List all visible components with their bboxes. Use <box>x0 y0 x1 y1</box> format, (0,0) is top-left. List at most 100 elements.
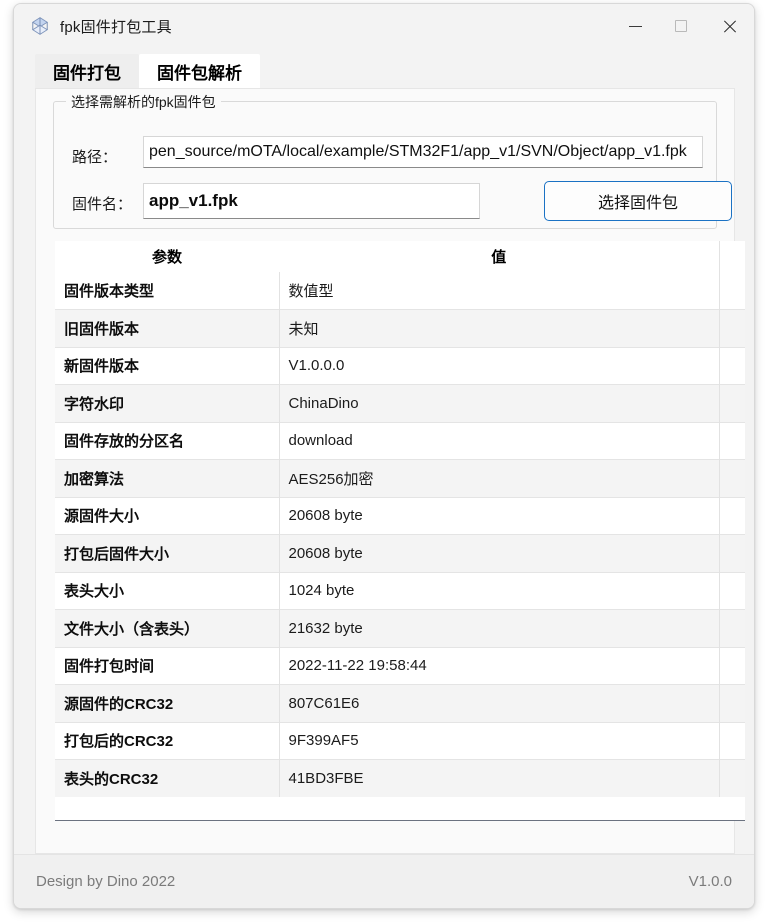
table-row[interactable]: 字符水印 ChinaDino <box>55 384 745 422</box>
tab-label: 固件包解析 <box>157 63 242 83</box>
column-header-value[interactable]: 值 <box>279 241 719 272</box>
table-cell-value: download <box>279 421 720 460</box>
table-row[interactable]: 固件存放的分区名 download <box>55 421 745 460</box>
table-cell-spacer <box>719 421 745 460</box>
table-row[interactable]: 旧固件版本 未知 <box>55 309 745 347</box>
table-cell-spacer <box>719 459 745 497</box>
table-cell-value: 1024 byte <box>279 571 720 610</box>
firmware-info-table-wrapper[interactable]: 参数 值 固件版本类型 数值型 旧固件版本 未知 新固件版本 V1.0.0.0 字符水印 Ch… <box>55 241 745 821</box>
minimize-button[interactable] <box>612 4 658 48</box>
table-cell-value: 2022-11-22 19:58:44 <box>279 646 720 685</box>
table-cell-spacer <box>719 684 745 722</box>
table-cell-parameter: 打包后的CRC32 <box>55 721 280 760</box>
tab-firmware-pack[interactable]: 固件打包 <box>35 54 139 88</box>
maximize-icon <box>675 20 687 32</box>
table-row[interactable]: 新固件版本 V1.0.0.0 <box>55 346 745 385</box>
groupbox-legend: 选择需解析的fpk固件包 <box>66 92 221 112</box>
table-cell-parameter: 旧固件版本 <box>55 309 280 347</box>
table-empty-cell <box>719 797 745 820</box>
table-cell-spacer <box>719 721 745 760</box>
table-cell-value: 20608 byte <box>279 496 720 535</box>
table-cell-parameter: 表头大小 <box>55 571 280 610</box>
table-cell-spacer <box>719 272 745 310</box>
table-cell-spacer <box>719 534 745 572</box>
select-firmware-package-button[interactable]: 选择固件包 <box>544 181 732 221</box>
table-header-row: 参数 值 <box>55 241 745 272</box>
table-row[interactable]: 表头的CRC32 41BD3FBE <box>55 759 745 797</box>
firmware-info-table: 参数 值 固件版本类型 数值型 旧固件版本 未知 新固件版本 V1.0.0.0 字符水印 Ch… <box>55 241 745 820</box>
table-row[interactable]: 固件版本类型 数值型 <box>55 272 745 310</box>
table-cell-spacer <box>719 609 745 647</box>
table-cell-spacer <box>719 309 745 347</box>
table-cell-value: 数值型 <box>279 272 720 310</box>
close-button[interactable] <box>704 4 754 48</box>
table-row[interactable]: 固件打包时间 2022-11-22 19:58:44 <box>55 646 745 685</box>
path-label: 路径： <box>72 149 118 166</box>
table-cell-parameter: 源固件大小 <box>55 496 280 535</box>
maximize-button[interactable] <box>658 4 704 48</box>
version-label: V1.0.0 <box>688 873 732 890</box>
application-window: fpk固件打包工具 固件打包 固件包解析 选择需解析的fpk固件包 路径： pe… <box>13 3 755 909</box>
table-row[interactable]: 打包后的CRC32 9F399AF5 <box>55 721 745 760</box>
close-icon <box>722 19 737 34</box>
table-cell-spacer <box>719 496 745 535</box>
table-empty-cell <box>55 797 279 820</box>
minimize-icon <box>628 25 642 27</box>
table-body: 固件版本类型 数值型 旧固件版本 未知 新固件版本 V1.0.0.0 字符水印 ChinaDi… <box>55 272 745 820</box>
table-cell-spacer <box>719 346 745 385</box>
table-cell-parameter: 文件大小（含表头） <box>55 609 280 647</box>
table-cell-parameter: 源固件的CRC32 <box>55 684 280 722</box>
table-cell-spacer <box>719 571 745 610</box>
table-cell-parameter: 加密算法 <box>55 459 280 497</box>
table-cell-parameter: 字符水印 <box>55 384 280 422</box>
table-row[interactable]: 文件大小（含表头） 21632 byte <box>55 609 745 647</box>
table-cell-parameter: 固件打包时间 <box>55 646 280 685</box>
window-title: fpk固件打包工具 <box>60 18 172 36</box>
table-cell-spacer <box>719 384 745 422</box>
app-logo-icon <box>30 16 50 36</box>
table-empty-area <box>55 797 745 820</box>
table-cell-value: AES256加密 <box>279 459 720 497</box>
window-controls <box>612 4 754 48</box>
select-button-label: 选择固件包 <box>597 195 678 212</box>
tab-bar: 固件打包 固件包解析 <box>35 54 735 88</box>
status-bar: Design by Dino 2022 V1.0.0 <box>14 854 754 908</box>
table-cell-value: 41BD3FBE <box>279 759 720 797</box>
table-cell-value: 20608 byte <box>279 534 720 572</box>
table-cell-value: ChinaDino <box>279 384 720 422</box>
table-head: 参数 值 <box>55 241 745 272</box>
table-cell-parameter: 打包后固件大小 <box>55 534 280 572</box>
table-cell-parameter: 固件存放的分区名 <box>55 421 280 460</box>
tab-firmware-parse[interactable]: 固件包解析 <box>139 54 260 88</box>
firmware-name-input[interactable]: app_v1.fpk <box>143 183 480 219</box>
table-cell-value: V1.0.0.0 <box>279 346 720 385</box>
table-row[interactable]: 加密算法 AES256加密 <box>55 459 745 497</box>
screen: fpk固件打包工具 固件打包 固件包解析 选择需解析的fpk固件包 路径： pe… <box>0 0 768 922</box>
path-input[interactable]: pen_source/mOTA/local/example/STM32F1/ap… <box>143 136 703 168</box>
tab-label: 固件打包 <box>53 63 121 83</box>
path-input-value: pen_source/mOTA/local/example/STM32F1/ap… <box>149 143 687 160</box>
firmware-name-value: app_v1.fpk <box>149 191 238 210</box>
table-cell-value: 未知 <box>279 309 720 347</box>
column-header-spacer[interactable] <box>718 241 745 272</box>
table-cell-value: 9F399AF5 <box>279 721 720 760</box>
table-cell-spacer <box>719 759 745 797</box>
table-row[interactable]: 源固件的CRC32 807C61E6 <box>55 684 745 722</box>
select-fpk-groupbox: 选择需解析的fpk固件包 路径： pen_source/mOTA/local/e… <box>53 92 732 229</box>
table-cell-value: 807C61E6 <box>279 684 720 722</box>
table-row[interactable]: 源固件大小 20608 byte <box>55 496 745 535</box>
firmware-name-label: 固件名： <box>72 196 133 213</box>
table-cell-parameter: 新固件版本 <box>55 346 280 385</box>
table-cell-spacer <box>719 646 745 685</box>
table-cell-parameter: 表头的CRC32 <box>55 759 280 797</box>
table-row[interactable]: 表头大小 1024 byte <box>55 571 745 610</box>
tab-panel-firmware-parse: 选择需解析的fpk固件包 路径： pen_source/mOTA/local/e… <box>35 88 745 854</box>
column-header-parameter[interactable]: 参数 <box>55 241 279 272</box>
title-bar-left: fpk固件打包工具 <box>14 16 612 37</box>
table-cell-value: 21632 byte <box>279 609 720 647</box>
table-cell-parameter: 固件版本类型 <box>55 272 280 310</box>
table-row[interactable]: 打包后固件大小 20608 byte <box>55 534 745 572</box>
table-empty-cell <box>279 797 719 820</box>
credit-label: Design by Dino 2022 <box>36 873 176 890</box>
title-bar: fpk固件打包工具 <box>14 4 754 48</box>
